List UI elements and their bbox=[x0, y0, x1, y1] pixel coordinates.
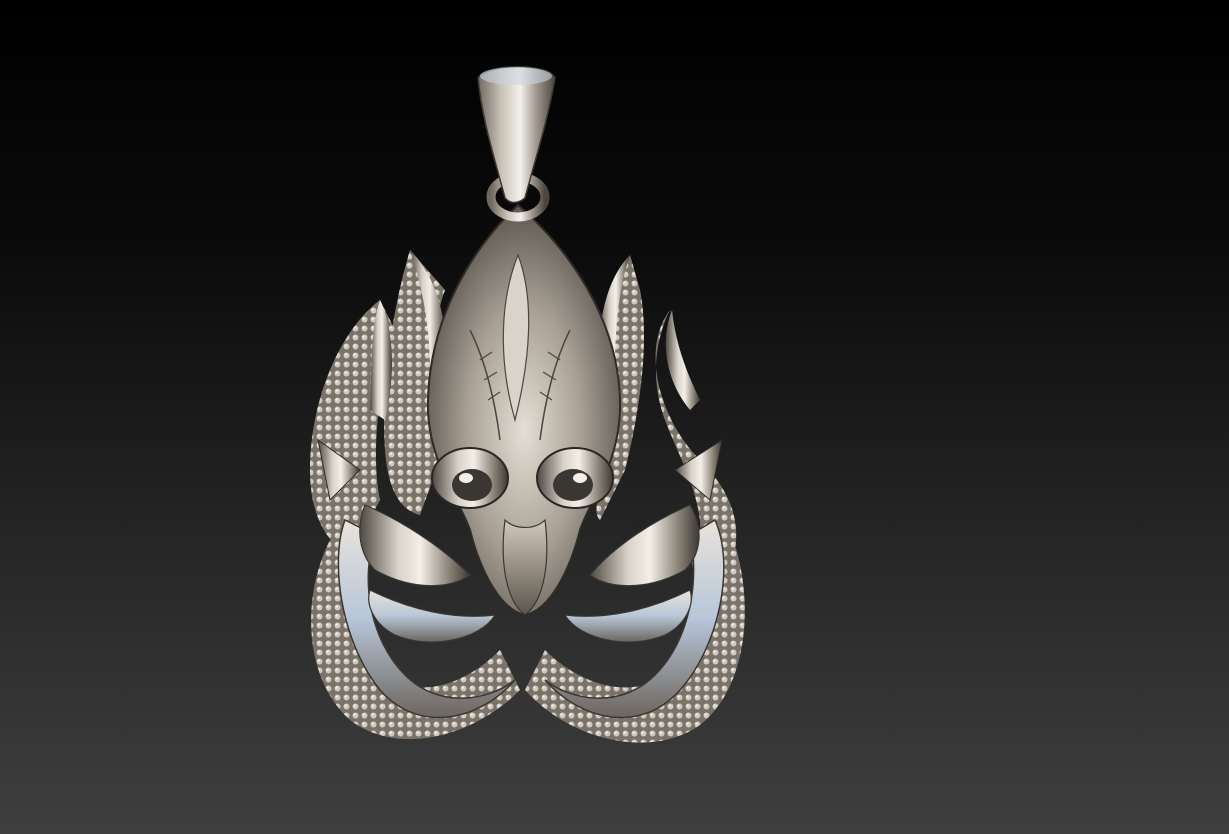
pendant-bail bbox=[477, 66, 556, 204]
3d-viewport[interactable] bbox=[0, 0, 1229, 834]
octopus-pendant-render bbox=[310, 66, 745, 743]
bail-top-highlight bbox=[480, 67, 552, 85]
